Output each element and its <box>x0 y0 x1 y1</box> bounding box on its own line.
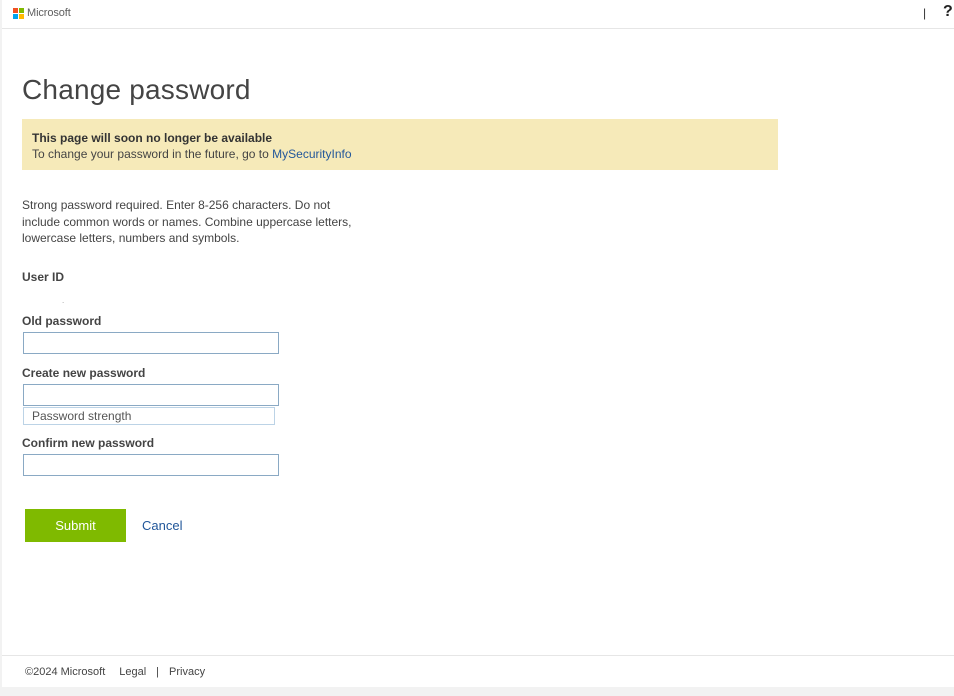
confirm-password-input[interactable] <box>23 454 279 476</box>
page: Microsoft | ? Change password This page … <box>2 0 954 687</box>
old-password-label: Old password <box>22 314 102 328</box>
footer-privacy-link[interactable]: Privacy <box>169 666 205 678</box>
footer-legal-link[interactable]: Legal <box>119 666 146 678</box>
logo-square-red <box>13 7 18 13</box>
footer-separator: | <box>156 666 160 678</box>
logo-square-blue <box>13 13 18 19</box>
new-password-input[interactable] <box>23 384 279 406</box>
logo-square-yellow <box>19 13 24 19</box>
user-id-value: . <box>62 296 65 305</box>
top-bar: Microsoft | ? <box>2 0 954 29</box>
user-id-label: User ID <box>22 270 65 284</box>
banner-body-text: To change your password in the future, g… <box>32 147 269 161</box>
new-password-label: Create new password <box>22 366 146 380</box>
old-password-input[interactable] <box>23 332 279 354</box>
confirm-password-label: Confirm new password <box>22 436 155 450</box>
cancel-link[interactable]: Cancel <box>142 518 182 533</box>
banner-body: To change your password in the future, g… <box>32 146 768 162</box>
password-strength-indicator: Password strength <box>23 407 275 425</box>
page-title: Change password <box>22 74 251 105</box>
password-requirements: Strong password required. Enter 8-256 ch… <box>22 198 352 245</box>
deprecation-banner: This page will soon no longer be availab… <box>22 119 778 170</box>
submit-button[interactable]: Submit <box>25 509 126 542</box>
microsoft-logo[interactable]: Microsoft <box>13 7 71 19</box>
footer-links: ©2024 Microsoft Legal | Privacy <box>25 666 205 678</box>
header-separator: | <box>923 6 927 20</box>
help-icon[interactable]: ? <box>943 3 953 21</box>
microsoft-logo-icon <box>13 7 24 19</box>
footer-copyright: ©2024 Microsoft <box>25 666 106 678</box>
footer: ©2024 Microsoft Legal | Privacy <box>2 655 954 687</box>
banner-title: This page will soon no longer be availab… <box>32 131 273 145</box>
mysecurityinfo-link[interactable]: MySecurityInfo <box>272 147 351 161</box>
logo-text: Microsoft <box>27 7 71 19</box>
logo-square-green <box>19 7 24 13</box>
